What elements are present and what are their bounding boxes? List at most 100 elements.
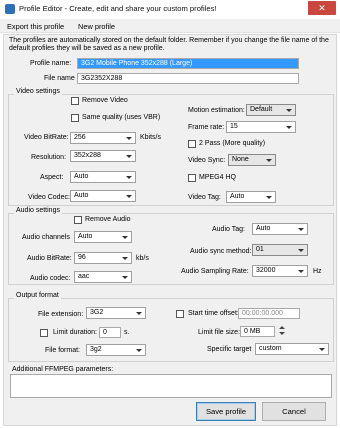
audio-channels-select[interactable]: Auto bbox=[74, 231, 132, 243]
chevron-down-icon bbox=[266, 196, 272, 199]
ffmpeg-params-input[interactable] bbox=[10, 374, 332, 398]
video-bitrate-value: 256 bbox=[74, 134, 86, 141]
file-extension-label: File extension: bbox=[38, 311, 84, 318]
audio-sync-select[interactable]: 01 bbox=[252, 244, 308, 256]
menu-new-profile[interactable]: New profile bbox=[78, 22, 115, 31]
audio-sampling-select[interactable]: 32000 bbox=[252, 265, 308, 277]
profile-name-label: Profile name: bbox=[30, 60, 72, 67]
chevron-down-icon bbox=[122, 236, 128, 239]
audio-codec-value: aac bbox=[78, 273, 90, 280]
window-title: Profile Editor - Create, edit and share … bbox=[19, 4, 217, 13]
remove-audio-checkbox[interactable] bbox=[74, 216, 82, 224]
frame-rate-value: 15 bbox=[230, 123, 238, 130]
motion-estimation-select[interactable]: Default bbox=[246, 104, 296, 116]
start-offset-input[interactable]: 00:00:00.000 bbox=[238, 308, 300, 319]
specific-target-value: custom bbox=[259, 345, 282, 352]
duration-input[interactable]: 0 bbox=[99, 327, 121, 338]
file-name-input[interactable]: 3G2352X288 bbox=[77, 73, 299, 84]
audio-sync-value: 01 bbox=[256, 246, 264, 253]
frame-rate-label: Frame rate: bbox=[188, 124, 225, 131]
chevron-down-icon bbox=[286, 126, 292, 129]
duration-unit: s. bbox=[124, 329, 130, 336]
title-bar: Profile Editor - Create, edit and share … bbox=[0, 0, 340, 18]
remove-video-checkbox[interactable] bbox=[71, 97, 79, 105]
file-format-value: 3g2 bbox=[90, 346, 102, 353]
chevron-down-icon bbox=[298, 249, 304, 252]
video-bitrate-unit: Kbits/s bbox=[140, 134, 162, 141]
same-quality-label: Same quality (uses VBR) bbox=[82, 114, 161, 121]
chevron-down-icon bbox=[298, 270, 304, 273]
aspect-value: Auto bbox=[74, 173, 89, 180]
chevron-down-icon bbox=[319, 348, 325, 351]
close-button[interactable]: ✕ bbox=[308, 1, 336, 15]
menu-export-profile[interactable]: Export this profile bbox=[7, 22, 64, 31]
app-icon bbox=[5, 4, 15, 14]
audio-sampling-label: Audio Sampling Rate: bbox=[181, 268, 249, 275]
audio-sampling-unit: Hz bbox=[313, 268, 322, 275]
audio-codec-select[interactable]: aac bbox=[74, 271, 132, 283]
file-extension-value: 3G2 bbox=[90, 309, 104, 316]
video-sync-select[interactable]: None bbox=[228, 154, 276, 166]
chevron-down-icon bbox=[126, 155, 132, 158]
audio-channels-label: Audio channels bbox=[22, 234, 70, 241]
chevron-down-icon bbox=[126, 137, 132, 140]
specific-target-select[interactable]: custom bbox=[255, 343, 329, 355]
chevron-down-icon bbox=[126, 195, 132, 198]
cancel-button[interactable]: Cancel bbox=[262, 402, 326, 421]
video-settings-heading: Video settings bbox=[14, 88, 62, 95]
two-pass-label: 2 Pass (More quality) bbox=[199, 140, 266, 147]
chevron-down-icon bbox=[126, 176, 132, 179]
video-sync-label: Video Sync: bbox=[188, 157, 226, 164]
chevron-down-icon bbox=[122, 276, 128, 279]
file-size-label: Limit file size: bbox=[198, 329, 241, 336]
info-text: The profiles are automatically stored on… bbox=[9, 37, 329, 52]
file-extension-select[interactable]: 3G2 bbox=[86, 307, 146, 319]
chevron-down-icon bbox=[136, 312, 142, 315]
start-offset-checkbox[interactable] bbox=[176, 310, 184, 318]
profile-name-input[interactable]: 3G2 Mobile Phone 352x288 (Large) bbox=[77, 58, 299, 69]
audio-settings-heading: Audio settings bbox=[14, 207, 62, 214]
resolution-value: 352x288 bbox=[74, 152, 101, 159]
file-size-input[interactable]: 0 MB bbox=[240, 326, 275, 337]
limit-duration-checkbox[interactable] bbox=[40, 329, 48, 337]
same-quality-checkbox[interactable] bbox=[71, 114, 79, 122]
file-format-select[interactable]: 3g2 bbox=[86, 344, 146, 356]
audio-bitrate-unit: kb/s bbox=[136, 255, 149, 262]
motion-estimation-value: Default bbox=[250, 106, 273, 113]
aspect-select[interactable]: Auto bbox=[70, 171, 136, 183]
audio-tag-select[interactable]: Auto bbox=[252, 223, 308, 235]
chevron-down-icon bbox=[286, 109, 292, 112]
limit-duration-label: Limit duration: bbox=[53, 329, 97, 336]
save-profile-button[interactable]: Save profile bbox=[196, 402, 256, 421]
file-format-label: File format: bbox=[45, 347, 81, 354]
chevron-down-icon bbox=[298, 228, 304, 231]
video-bitrate-label: Video BitRate: bbox=[24, 134, 69, 141]
resolution-select[interactable]: 352x288 bbox=[70, 150, 136, 162]
video-tag-value: Auto bbox=[230, 193, 245, 200]
remove-video-label: Remove Video bbox=[82, 97, 128, 104]
file-size-spinner[interactable] bbox=[278, 326, 285, 337]
video-codec-select[interactable]: Auto bbox=[70, 190, 136, 202]
video-bitrate-select[interactable]: 256 bbox=[70, 132, 136, 144]
audio-sampling-value: 32000 bbox=[256, 267, 276, 274]
audio-sync-label: Audio sync method: bbox=[190, 248, 252, 255]
audio-bitrate-value: 96 bbox=[78, 254, 86, 261]
audio-tag-label: Audio Tag: bbox=[212, 226, 245, 233]
chevron-down-icon bbox=[122, 257, 128, 260]
frame-rate-select[interactable]: 15 bbox=[226, 121, 296, 133]
start-offset-label: Start time offset: bbox=[188, 310, 239, 317]
ffmpeg-params-label: Additional FFMPEG parameters: bbox=[12, 366, 114, 373]
motion-estimation-label: Motion estimation: bbox=[188, 107, 245, 114]
audio-channels-value: Auto bbox=[78, 233, 93, 240]
video-codec-value: Auto bbox=[74, 192, 89, 199]
remove-audio-label: Remove Audio bbox=[85, 216, 131, 223]
mpeg4-hq-label: MPEG4 HQ bbox=[199, 174, 236, 181]
chevron-down-icon bbox=[136, 349, 142, 352]
audio-codec-label: Audio codec: bbox=[30, 275, 71, 282]
two-pass-checkbox[interactable] bbox=[188, 140, 196, 148]
spin-up-icon bbox=[279, 326, 285, 329]
audio-bitrate-select[interactable]: 96 bbox=[74, 252, 132, 264]
audio-tag-value: Auto bbox=[256, 225, 271, 232]
video-tag-select[interactable]: Auto bbox=[226, 191, 276, 203]
mpeg4-hq-checkbox[interactable] bbox=[188, 174, 196, 182]
